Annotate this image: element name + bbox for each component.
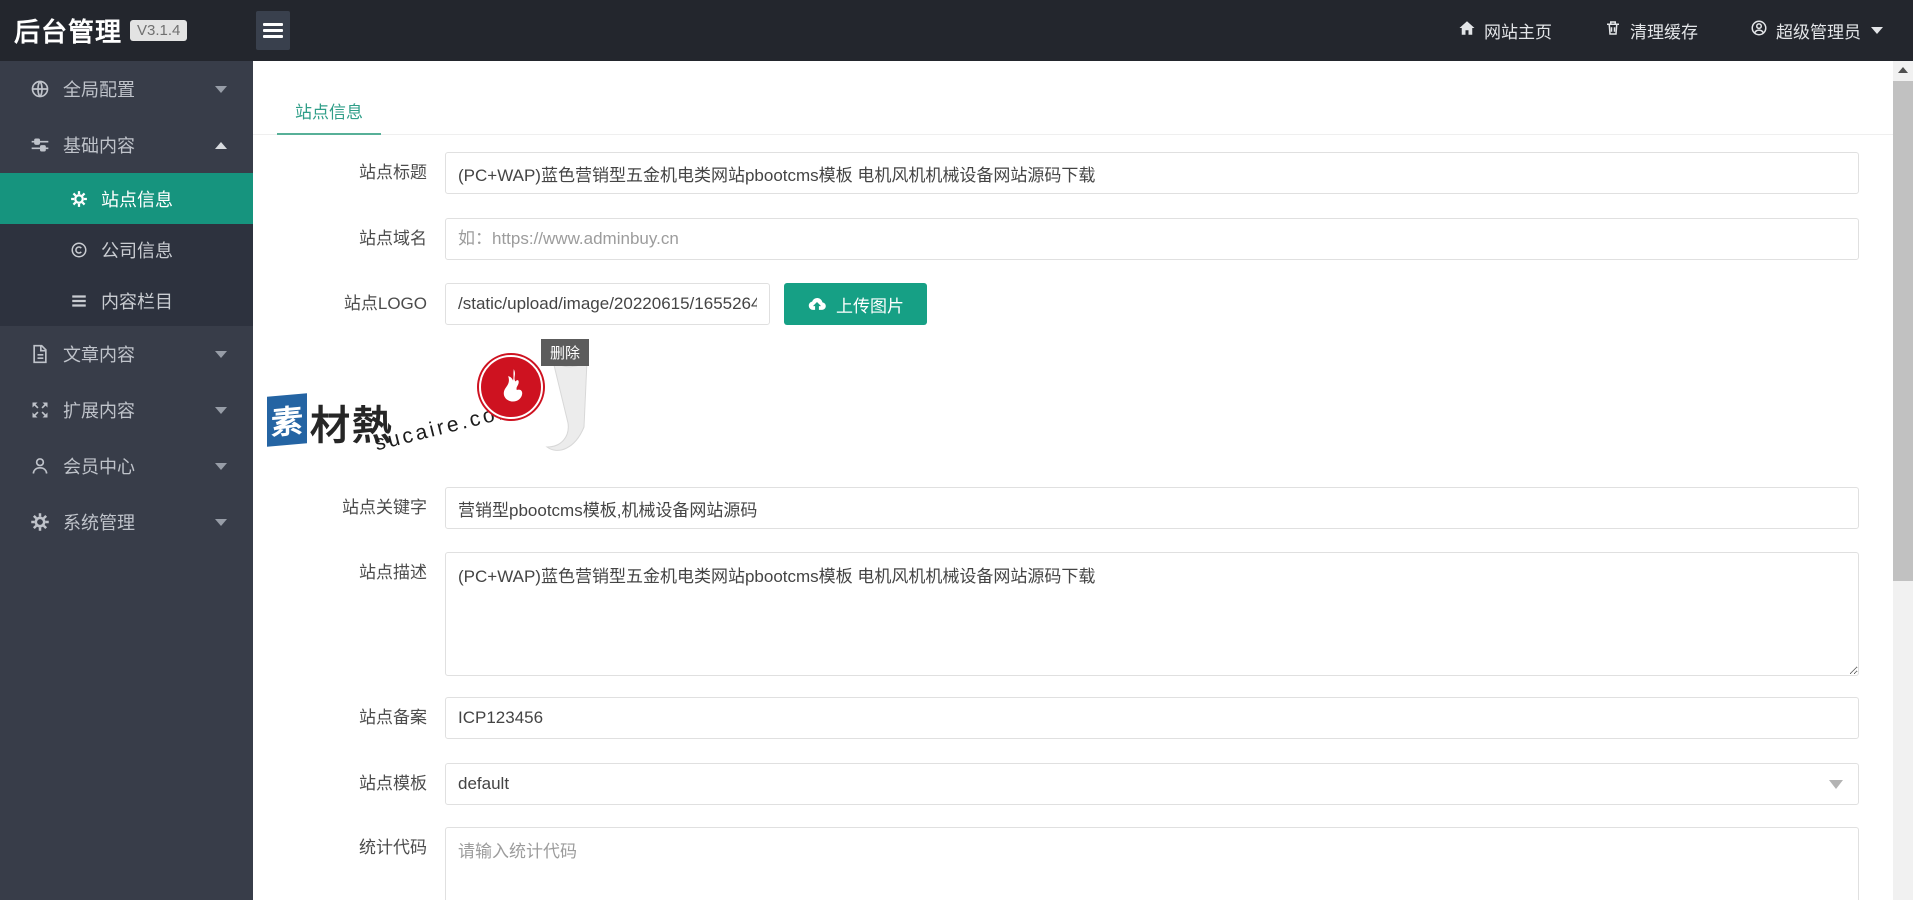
brand: 后台管理 V3.1.4: [14, 0, 188, 61]
site-keywords-input[interactable]: [445, 487, 1859, 529]
sidebar: 全局配置 基础内容 站点信息 公司信息 内容栏目 文章内容 扩展内容 会员中心 …: [0, 61, 253, 900]
site-domain-label: 站点域名: [359, 229, 427, 248]
sidebar-item-basic-content[interactable]: 基础内容: [0, 117, 253, 173]
site-title-label: 站点标题: [359, 163, 427, 182]
form-row-stats-code: 统计代码: [277, 827, 1859, 900]
form-row-site-title: 站点标题: [277, 152, 1859, 194]
form-row-site-template: 站点模板 default: [277, 763, 1859, 805]
site-logo-label: 站点LOGO: [343, 294, 427, 313]
form-row-site-domain: 站点域名: [277, 218, 1859, 260]
globe-icon: [30, 79, 50, 99]
sidebar-item-company-info[interactable]: 公司信息: [0, 224, 253, 275]
form-row-site-keywords: 站点关键字: [277, 487, 1859, 529]
sidebar-item-content-columns[interactable]: 内容栏目: [0, 275, 253, 326]
chevron-up-icon: [215, 141, 227, 149]
chevron-down-icon: [215, 406, 227, 414]
sidebar-item-label: 系统管理: [63, 513, 135, 533]
sidebar-item-label: 站点信息: [101, 189, 173, 210]
site-logo-input[interactable]: [445, 283, 770, 325]
expand-icon: [30, 400, 50, 420]
watermark-blue-box: 素: [267, 393, 307, 447]
sidebar-submenu: 站点信息 公司信息 内容栏目: [0, 173, 253, 326]
sliders-icon: [30, 135, 50, 155]
version-badge: V3.1.4: [130, 20, 188, 41]
site-description-label: 站点描述: [359, 563, 427, 582]
topnav-account[interactable]: 超级管理员: [1750, 18, 1883, 43]
sidebar-item-label: 公司信息: [101, 240, 173, 261]
sidebar-item-site-info[interactable]: 站点信息: [0, 173, 253, 224]
sidebar-item-global-config[interactable]: 全局配置: [0, 61, 253, 117]
topbar: 后台管理 V3.1.4 网站主页 清理缓存 超级管理员: [0, 0, 1913, 61]
sidebar-item-label: 基础内容: [63, 136, 135, 156]
delete-image-button[interactable]: 删除: [540, 339, 589, 366]
topnav: 网站主页 清理缓存 超级管理员: [1458, 0, 1883, 61]
site-keywords-label: 站点关键字: [342, 498, 427, 517]
sidebar-item-article-content[interactable]: 文章内容: [0, 326, 253, 382]
site-icp-input[interactable]: [445, 697, 1859, 739]
form-row-site-logo: 站点LOGO 上传图片: [277, 283, 1859, 325]
site-domain-input[interactable]: [445, 218, 1859, 260]
sidebar-item-system-management[interactable]: 系统管理: [0, 494, 253, 550]
chevron-down-icon: [1871, 27, 1883, 34]
sidebar-item-member-center[interactable]: 会员中心: [0, 438, 253, 494]
vertical-scrollbar: [1893, 61, 1913, 900]
scrollbar-thumb[interactable]: [1893, 81, 1913, 581]
sidebar-item-label: 会员中心: [63, 457, 135, 477]
site-template-value: default: [458, 774, 510, 793]
sidebar-item-extended-content[interactable]: 扩展内容: [0, 382, 253, 438]
copyright-icon: [70, 241, 88, 259]
form-row-site-description: 站点描述 (PC+WAP)蓝色营销型五金机电类网站pbootcms模板 电机风机…: [277, 552, 1859, 681]
gear-icon: [30, 512, 50, 532]
list-icon: [70, 292, 88, 310]
user-circle-icon: [1750, 19, 1768, 42]
stats-code-label: 统计代码: [359, 838, 427, 857]
sidebar-item-label: 内容栏目: [101, 291, 173, 312]
flame-logo-icon: [479, 355, 543, 419]
trash-icon: [1604, 19, 1622, 42]
upload-image-label: 上传图片: [836, 296, 904, 316]
gear-icon: [70, 190, 88, 208]
site-title-input[interactable]: [445, 152, 1859, 194]
site-template-select[interactable]: default: [445, 763, 1859, 805]
app-title: 后台管理: [14, 17, 123, 47]
tab-bar: 站点信息: [253, 61, 1893, 135]
sidebar-item-label: 文章内容: [63, 345, 135, 365]
file-icon: [30, 344, 50, 364]
chevron-down-icon: [215, 85, 227, 93]
site-template-label: 站点模板: [359, 774, 427, 793]
scrollbar-up-button[interactable]: [1893, 61, 1913, 79]
chevron-down-icon: [215, 462, 227, 470]
admin-page: 后台管理 V3.1.4 网站主页 清理缓存 超级管理员 全局配置 基础内容 站点…: [0, 0, 1913, 900]
chevron-down-icon: [215, 350, 227, 358]
form-row-site-icp: 站点备案: [277, 697, 1859, 739]
cloud-upload-icon: [807, 294, 827, 314]
topnav-site-home[interactable]: 网站主页: [1458, 18, 1552, 43]
chevron-down-icon: [1829, 780, 1843, 789]
tab-site-info[interactable]: 站点信息: [277, 93, 381, 135]
sidebar-item-label: 全局配置: [63, 80, 135, 100]
site-description-textarea[interactable]: (PC+WAP)蓝色营销型五金机电类网站pbootcms模板 电机风机机械设备网…: [445, 552, 1859, 676]
logo-preview-image: 删除 素 材熱 sucaire.com: [267, 339, 589, 459]
topnav-label: 超级管理员: [1776, 23, 1861, 42]
topnav-clear-cache[interactable]: 清理缓存: [1604, 18, 1698, 43]
chevron-down-icon: [215, 518, 227, 526]
menu-toggle-button[interactable]: [256, 11, 290, 50]
topnav-label: 网站主页: [1484, 23, 1552, 42]
stats-code-textarea[interactable]: [445, 827, 1859, 900]
ribbon-graphic: [543, 359, 591, 464]
main-content: 站点信息 站点标题 站点域名 站点LOGO 上传图片 删除 素 材熱 su: [253, 61, 1893, 900]
sidebar-item-label: 扩展内容: [63, 401, 135, 421]
home-icon: [1458, 19, 1476, 42]
upload-image-button[interactable]: 上传图片: [784, 283, 927, 325]
person-icon: [30, 456, 50, 476]
site-icp-label: 站点备案: [359, 708, 427, 727]
topnav-label: 清理缓存: [1630, 23, 1698, 42]
